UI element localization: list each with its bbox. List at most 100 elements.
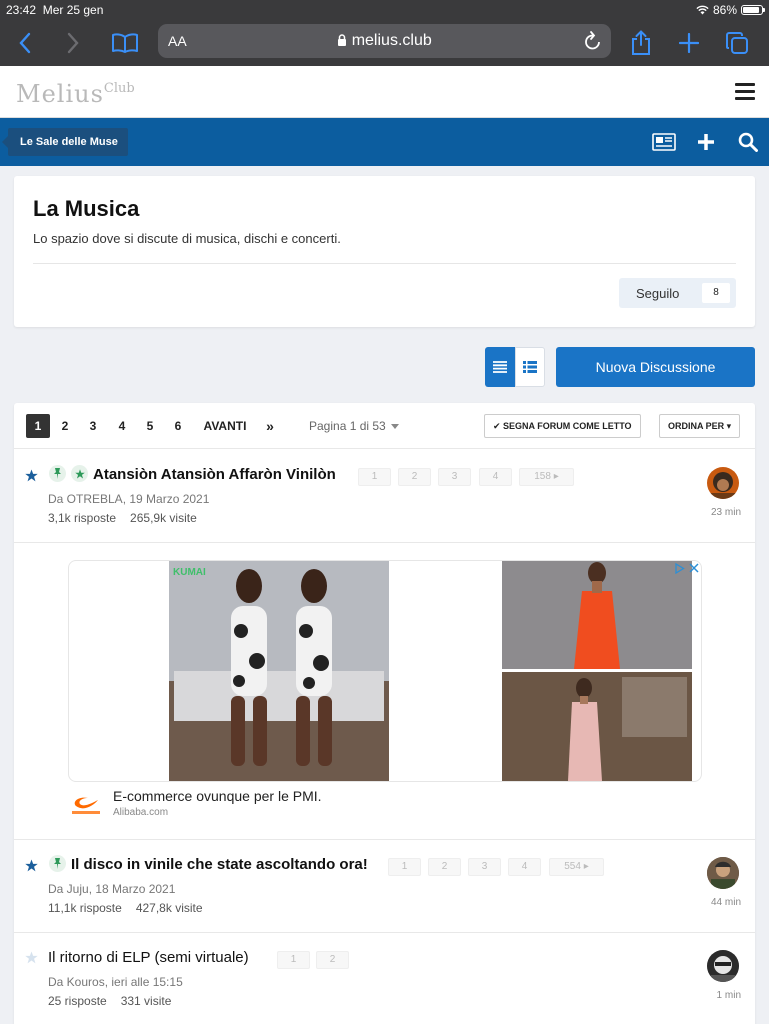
topic-page-link[interactable]: 3 (438, 468, 471, 486)
page-link-6[interactable]: 6 (169, 414, 187, 438)
reload-button[interactable] (583, 30, 603, 57)
page-link-5[interactable]: 5 (141, 414, 159, 438)
caret-down-icon (390, 424, 399, 430)
pin-icon (54, 858, 61, 869)
view-list-toggle[interactable] (485, 347, 515, 387)
search-button[interactable] (735, 130, 761, 154)
book-icon (112, 33, 138, 53)
topic-page-link[interactable]: 2 (398, 468, 431, 486)
page-link-2[interactable]: 2 (56, 414, 74, 438)
topic-row[interactable]: Atansiòn Atansiòn Affaròn Vinilòn 1 2 3 … (14, 450, 755, 542)
topic-page-link[interactable]: 1 (277, 951, 310, 969)
search-icon (738, 132, 758, 152)
topic-last-page-link[interactable]: 158 ▸ (519, 468, 574, 486)
share-icon (632, 30, 650, 55)
new-tab-button[interactable] (674, 28, 704, 58)
battery-percent: 86% (712, 3, 737, 17)
topic-page-link[interactable]: 4 (479, 468, 512, 486)
page-link-1[interactable]: 1 (26, 414, 50, 438)
new-discussion-button[interactable]: Nuova Discussione (556, 347, 755, 387)
ad-headline[interactable]: E-commerce ovunque per le PMI. (113, 788, 322, 804)
lock-icon (338, 34, 347, 46)
topic-stats: 3,1k risposte 265,9k visite (48, 511, 197, 525)
page-jump-dropdown[interactable]: Pagina 1 di 53 (309, 419, 399, 433)
status-right: 86% (696, 3, 765, 17)
plus-icon (698, 134, 714, 150)
page-link-3[interactable]: 3 (84, 414, 102, 438)
topic-title[interactable]: Atansiòn Atansiòn Affaròn Vinilòn (93, 466, 336, 483)
avatar[interactable] (707, 857, 739, 889)
topic-meta: Da Juju, 18 Marzo 2021 (48, 882, 176, 896)
advertisement[interactable]: KUMAI (68, 560, 702, 782)
activity-button[interactable] (651, 130, 677, 154)
star-icon (74, 468, 85, 478)
ad-choices[interactable] (674, 563, 699, 574)
list-icon (493, 361, 507, 373)
topic-meta: Da OTREBLA, 19 Marzo 2021 (48, 492, 210, 506)
topic-page-link[interactable]: 2 (428, 858, 461, 876)
detailed-list-icon (523, 361, 537, 373)
topic-row[interactable]: Il disco in vinile che state ascoltando … (14, 840, 755, 932)
ad-image (502, 672, 692, 781)
newspaper-icon (652, 133, 676, 151)
featured-badge (71, 465, 88, 482)
topic-title[interactable]: Il disco in vinile che state ascoltando … (71, 856, 368, 873)
topic-meta: Da Kouros, ieri alle 15:15 (48, 975, 183, 989)
breadcrumb[interactable]: Le Sale delle Muse (2, 128, 128, 156)
star-icon[interactable] (25, 859, 38, 872)
page-title: La Musica (33, 196, 140, 221)
mark-forum-read-button[interactable]: ✔ SEGNA FORUM COME LETTO (484, 414, 641, 438)
bookmarks-button[interactable] (110, 28, 140, 58)
share-button[interactable] (626, 28, 656, 58)
chevron-left-icon (19, 32, 31, 54)
ad-image: KUMAI (169, 561, 389, 781)
topic-title[interactable]: Il ritorno di ELP (semi virtuale) (48, 949, 249, 966)
topic-stats: 11,1k risposte 427,8k visite (48, 901, 203, 915)
topic-page-link[interactable]: 3 (468, 858, 501, 876)
star-outline-icon[interactable] (25, 951, 38, 964)
topic-list-card: 1 2 3 4 5 6 AVANTI » Pagina 1 di 53 ✔ SE… (14, 403, 755, 1024)
forum-navbar: Le Sale delle Muse (0, 118, 769, 166)
alibaba-logo-icon (72, 797, 100, 814)
follower-count: 8 (702, 283, 730, 303)
next-page-link[interactable]: AVANTI (200, 414, 250, 438)
ad-brand-mark: KUMAI (173, 567, 206, 578)
divider (33, 263, 736, 264)
view-grid-toggle[interactable] (515, 347, 545, 387)
site-logo[interactable]: MeliusClub (16, 80, 135, 108)
last-post-time[interactable]: 44 min (691, 897, 741, 908)
forward-button[interactable] (58, 28, 88, 58)
forum-header-card: La Musica Lo spazio dove si discute di m… (14, 176, 755, 327)
sort-dropdown[interactable]: ORDINA PER ▾ (659, 414, 741, 438)
adchoices-icon[interactable] (674, 563, 685, 574)
forum-description: Lo spazio dove si discute di musica, dis… (33, 231, 341, 246)
topic-last-page-link[interactable]: 554 ▸ (549, 858, 604, 876)
last-post-time[interactable]: 23 min (691, 507, 741, 518)
avatar[interactable] (707, 950, 739, 982)
topic-page-link[interactable]: 4 (508, 858, 541, 876)
address-bar[interactable]: AA melius.club (158, 24, 611, 58)
page-link-4[interactable]: 4 (113, 414, 131, 438)
star-icon[interactable] (25, 469, 38, 482)
tabs-button[interactable] (722, 28, 752, 58)
avatar[interactable] (707, 467, 739, 499)
ad-source[interactable]: Alibaba.com (113, 807, 168, 818)
topic-page-link[interactable]: 1 (388, 858, 421, 876)
divider (14, 542, 755, 543)
status-bar: 23:42 Mer 25 gen 86% (0, 0, 769, 20)
create-button[interactable] (693, 130, 719, 154)
chevron-right-icon (67, 32, 79, 54)
wifi-icon (696, 5, 709, 15)
pagination-bar: 1 2 3 4 5 6 AVANTI » Pagina 1 di 53 ✔ SE… (14, 403, 755, 449)
url-display: melius.club (158, 32, 611, 50)
close-icon[interactable] (689, 563, 699, 573)
menu-hamburger-icon[interactable] (735, 83, 755, 101)
last-post-time[interactable]: 1 min (691, 990, 741, 1001)
pin-icon (54, 468, 61, 479)
last-page-link[interactable]: » (262, 414, 278, 438)
follow-button[interactable]: Seguilo 8 (619, 278, 736, 308)
back-button[interactable] (10, 28, 40, 58)
topic-page-link[interactable]: 1 (358, 468, 391, 486)
topic-page-link[interactable]: 2 (316, 951, 349, 969)
topic-row[interactable]: Il ritorno di ELP (semi virtuale) 1 2 Da… (14, 933, 755, 1024)
